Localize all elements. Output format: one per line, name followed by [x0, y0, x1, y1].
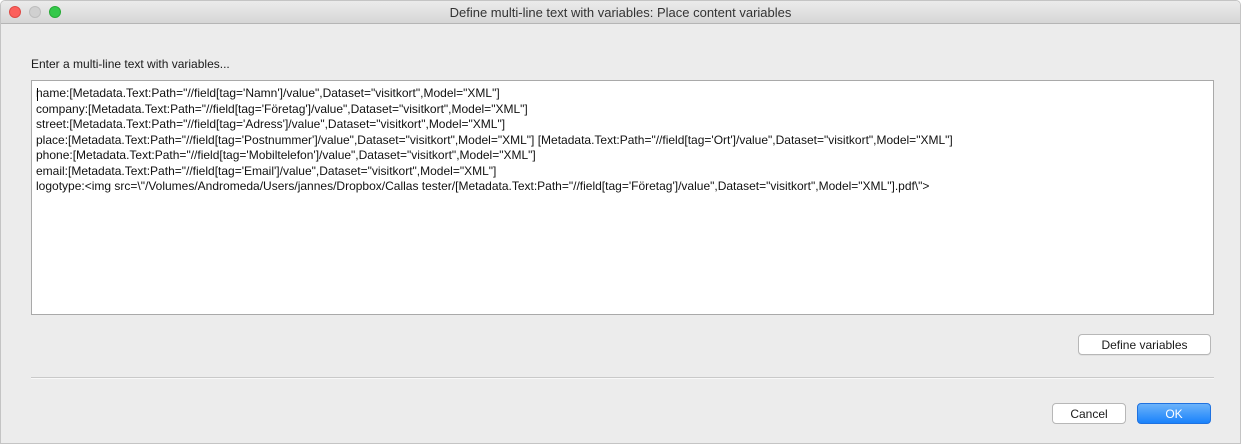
text-caret — [37, 88, 38, 101]
editor-line: name:[Metadata.Text:Path="//field[tag='N… — [36, 86, 500, 100]
editor-line: street:[Metadata.Text:Path="//field[tag=… — [36, 117, 506, 131]
multiline-text-editor[interactable]: name:[Metadata.Text:Path="//field[tag='N… — [31, 80, 1214, 315]
editor-line: logotype:<img src=\"/Volumes/Andromeda/U… — [36, 179, 930, 193]
editor-line: email:[Metadata.Text:Path="//field[tag='… — [36, 163, 497, 178]
title-bar: Define multi-line text with variables: P… — [1, 1, 1240, 24]
editor-line: place:[Metadata.Text:Path="//field[tag='… — [36, 132, 953, 147]
dialog-window: Define multi-line text with variables: P… — [0, 0, 1241, 444]
prompt-label: Enter a multi-line text with variables..… — [31, 57, 230, 71]
define-variables-button[interactable]: Define variables — [1078, 334, 1211, 355]
separator — [31, 377, 1214, 379]
editor-line: phone:[Metadata.Text:Path="//field[tag='… — [36, 148, 536, 162]
ok-button[interactable]: OK — [1137, 403, 1211, 424]
window-title: Define multi-line text with variables: P… — [449, 5, 792, 20]
editor-line: company:[Metadata.Text:Path="//field[tag… — [36, 101, 528, 116]
cancel-button[interactable]: Cancel — [1052, 403, 1126, 424]
